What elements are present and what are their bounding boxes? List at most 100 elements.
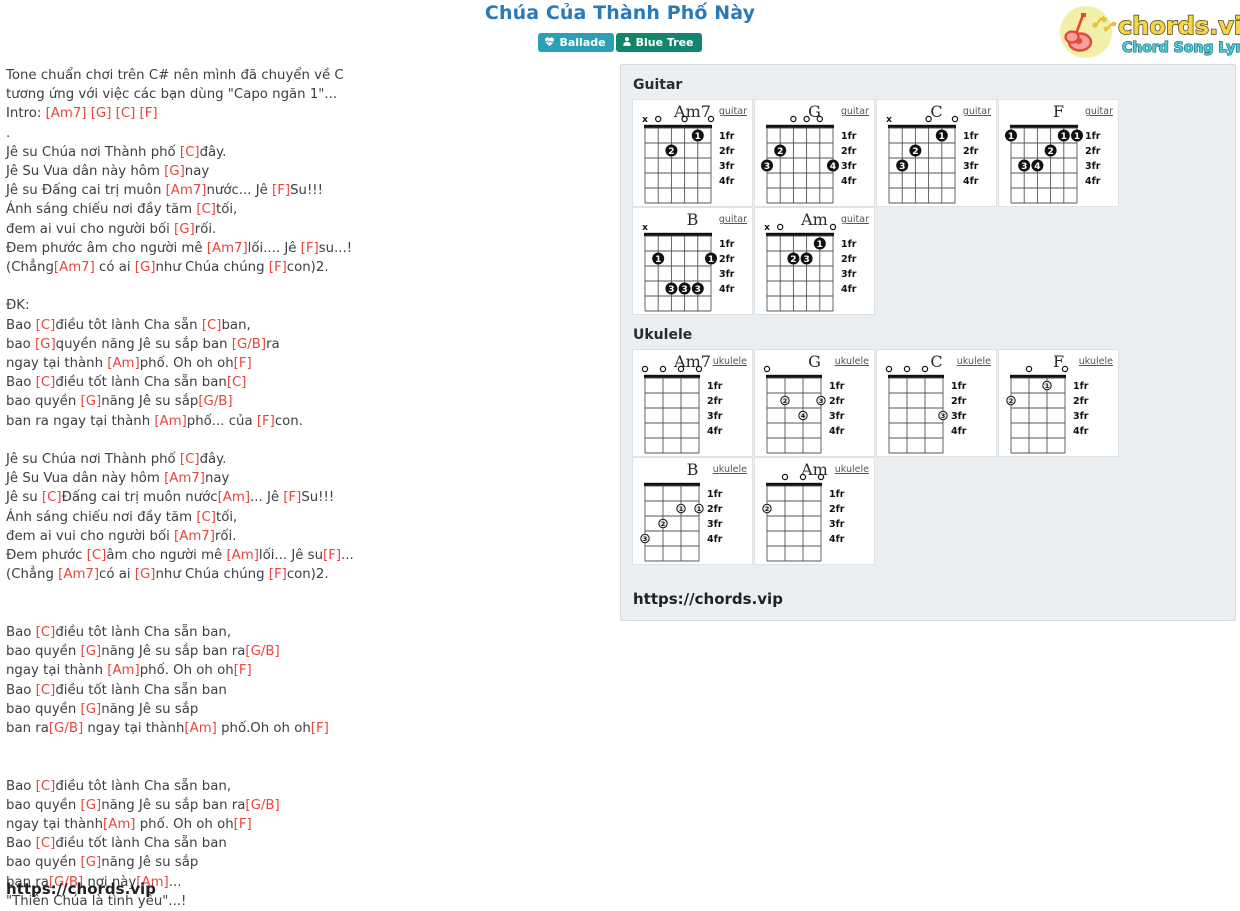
chord-token[interactable]: [G/B] [232, 337, 266, 352]
svg-text:1fr: 1fr [1073, 381, 1089, 392]
lyrics-footer-link[interactable]: https://chords.vip [6, 880, 156, 898]
svg-text:1: 1 [708, 255, 714, 265]
chord-token[interactable]: [Am7] [54, 260, 95, 275]
site-logo[interactable]: chords.vip Chord Song Lyric [1052, 2, 1240, 62]
chord-token[interactable]: [G/B] [49, 721, 83, 736]
chord-token[interactable]: [G] [164, 164, 185, 179]
chord-token[interactable]: [F] [234, 663, 252, 678]
chord-grid: 1 1 2 3 1fr 2fr 3fr 4fr [640, 482, 723, 562]
chord-diagram-c-ukulele[interactable]: Cukulele 3 1fr 2fr 3fr 4fr [876, 349, 997, 457]
lyric-text: điều tốt lành Cha sẵn ban [55, 682, 227, 698]
lyric-text: năng Jê su sắp ban ra [101, 797, 246, 813]
svg-text:2fr: 2fr [1073, 396, 1089, 407]
chord-token[interactable]: [G] [81, 798, 102, 813]
lyric-text: phố.Oh oh oh [216, 720, 311, 736]
chord-diagram-g-ukulele[interactable]: Gukulele 2 3 4 1fr 2fr 3fr 4fr [754, 349, 875, 457]
chord-token[interactable]: [F] [323, 548, 341, 563]
lyric-line: Bao [C]điều tốt lành Cha sẵn ban[C] [6, 373, 606, 392]
lyric-line [6, 277, 606, 296]
chord-token[interactable]: [Am7] [207, 241, 248, 256]
lyric-text: con. [274, 413, 303, 429]
chord-token[interactable]: [C] [36, 683, 56, 698]
chord-token[interactable]: [F] [140, 106, 158, 121]
chord-token[interactable]: [G] [35, 337, 56, 352]
chord-token[interactable]: [G] [135, 260, 156, 275]
chord-token[interactable]: [C] [196, 202, 216, 217]
chord-token[interactable]: [Am7] [174, 529, 215, 544]
chord-diagram-g-guitar[interactable]: Gguitar 2 3 4 1fr 2fr 3fr 4fr [754, 99, 875, 207]
ukulele-chord-row-1: Am7 ukulele 1fr 2fr 3fr 4fr Gukulele 2 3 4 1fr 2fr 3… [632, 349, 1235, 457]
chord-token[interactable]: [Am] [184, 721, 216, 736]
lyric-text: bao quyền [6, 797, 81, 813]
chord-token[interactable]: [G/B] [245, 798, 279, 813]
chord-token[interactable]: [F] [301, 241, 319, 256]
chord-token[interactable]: [G/B] [198, 394, 232, 409]
chord-token[interactable]: [C] [36, 318, 56, 333]
chord-diagram-b-guitar[interactable]: Bguitar x 1 1 3 3 3 1fr 2fr 3fr 4fr [632, 207, 753, 315]
svg-text:4: 4 [801, 412, 806, 420]
chord-token[interactable]: [C] [42, 490, 62, 505]
chord-token[interactable]: [F] [257, 414, 275, 429]
chord-token[interactable]: [Am7] [46, 106, 87, 121]
chord-token[interactable]: [F] [311, 721, 329, 736]
chord-token[interactable]: [C] [36, 836, 56, 851]
chord-token[interactable]: [C] [87, 548, 107, 563]
chord-token[interactable]: [F] [283, 490, 301, 505]
chord-token[interactable]: [G/B] [245, 644, 279, 659]
svg-text:2fr: 2fr [841, 146, 857, 157]
chord-token[interactable]: [C] [36, 375, 56, 390]
lyric-line: Tone chuẩn chơi trên C# nên mình đã chuy… [6, 66, 606, 85]
chord-diagram-f-guitar[interactable]: Fguitar 1 1 1 2 3 4 1fr 2fr 3fr 4fr [998, 99, 1119, 207]
chord-token[interactable]: [C] [202, 318, 222, 333]
chord-token[interactable]: [G] [135, 567, 156, 582]
lyrics-body: Tone chuẩn chơi trên C# nên mình đã chuy… [6, 66, 606, 911]
svg-text:3: 3 [695, 285, 701, 295]
chord-token[interactable]: [G] [174, 222, 195, 237]
svg-text:2: 2 [1009, 397, 1014, 405]
chord-token[interactable]: [G] [81, 702, 102, 717]
chord-diagram-b-ukulele[interactable]: Bukulele 1 1 2 3 1fr 2fr 3fr 4fr [632, 457, 753, 565]
chord-diagram-am7-guitar[interactable]: Am7 guitar x 1 2 1fr 2fr 3fr 4fr [632, 99, 753, 207]
chord-token[interactable]: [F] [234, 356, 252, 371]
chord-token[interactable]: [C] [116, 106, 136, 121]
chord-token[interactable]: [Am7] [58, 567, 99, 582]
chord-token[interactable]: [Am] [226, 548, 258, 563]
chord-token[interactable]: [Am] [154, 414, 186, 429]
chord-token[interactable]: [Am] [103, 817, 135, 832]
lyric-line: Bao [C]điều tốt lành Cha sẵn ban [6, 834, 606, 853]
status-badge-artist[interactable]: Blue Tree [615, 33, 702, 52]
chord-token[interactable]: [C] [180, 452, 200, 467]
chord-diagram-f-ukulele[interactable]: Fukulele 1 2 1fr 2fr 3fr 4fr [998, 349, 1119, 457]
chord-token[interactable]: [C] [180, 145, 200, 160]
lyric-text: tương ứng với việc các bạn dùng "Capo ng… [6, 87, 338, 103]
panel-footer-link[interactable]: https://chords.vip [633, 590, 783, 608]
chord-token[interactable]: [F] [269, 567, 287, 582]
svg-text:3: 3 [643, 535, 648, 543]
chord-token[interactable]: [F] [234, 817, 252, 832]
chord-diagram-am-ukulele[interactable]: Am ukulele 2 1fr 2fr 3fr 4fr [754, 457, 875, 565]
chord-token[interactable]: [F] [272, 183, 290, 198]
status-badge-genre[interactable]: Ballade [538, 33, 614, 52]
chord-token[interactable]: [Am] [107, 663, 139, 678]
chord-diagram-am-guitar[interactable]: Am guitar x 1 2 3 1fr 2fr 3fr 4fr [754, 207, 875, 315]
chord-token[interactable]: [G] [91, 106, 112, 121]
lyric-line: Bao [C]điều tôt lành Cha sẵn ban, [6, 623, 606, 642]
chord-token[interactable]: [Am] [218, 490, 250, 505]
svg-text:2fr: 2fr [707, 396, 723, 407]
chord-token[interactable]: [Am7] [166, 183, 207, 198]
chord-token[interactable]: [C] [36, 625, 56, 640]
lyric-line: ngay tại thành [Am]phố. Oh oh oh[F] [6, 354, 606, 373]
svg-text:2: 2 [1047, 147, 1053, 157]
chord-token[interactable]: [G] [81, 644, 102, 659]
chord-token[interactable]: [G] [81, 394, 102, 409]
chord-diagram-c-guitar[interactable]: Cguitar x 1 2 3 1fr 2fr 3fr 4fr [876, 99, 997, 207]
chord-diagram-am7-ukulele[interactable]: Am7 ukulele 1fr 2fr 3fr 4fr [632, 349, 753, 457]
chord-token[interactable]: [C] [36, 779, 56, 794]
chord-token[interactable]: [Am7] [164, 471, 205, 486]
chord-token[interactable]: [C] [227, 375, 247, 390]
svg-text:2fr: 2fr [841, 254, 857, 265]
chord-token[interactable]: [C] [196, 510, 216, 525]
chord-token[interactable]: [Am] [107, 356, 139, 371]
chord-token[interactable]: [F] [269, 260, 287, 275]
chord-token[interactable]: [G] [81, 855, 102, 870]
